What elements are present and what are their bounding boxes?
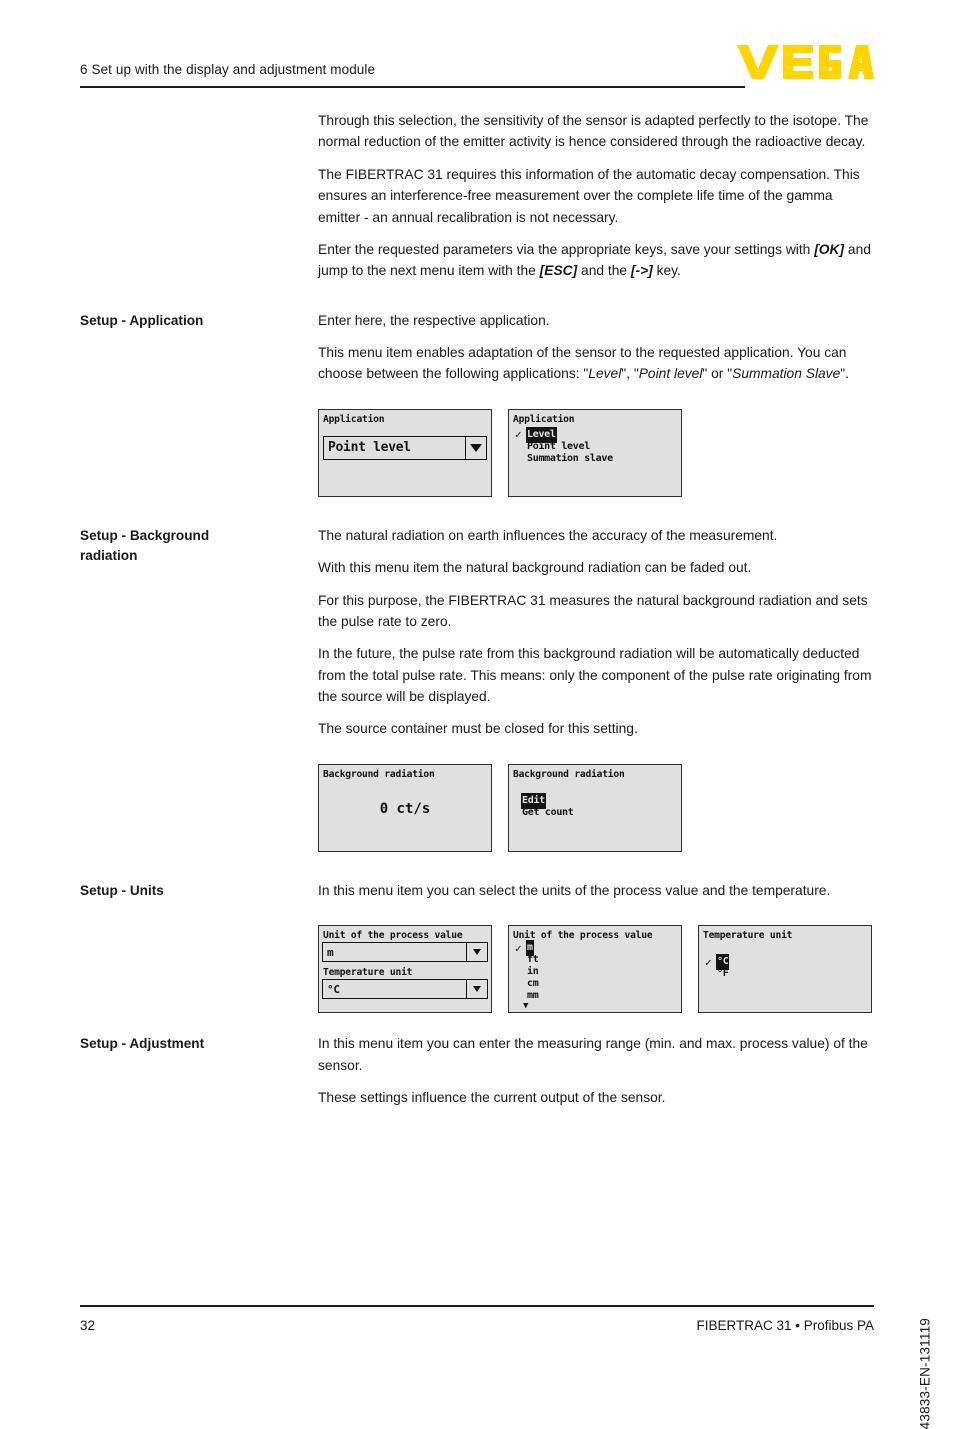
lcd-title: Background radiation bbox=[513, 768, 625, 780]
app-option-point-level: Point level bbox=[638, 366, 703, 382]
list-item[interactable]: Get count bbox=[521, 807, 574, 819]
page-number: 32 bbox=[80, 1318, 96, 1333]
header-divider bbox=[80, 86, 745, 88]
chapter-title: 6 Set up with the display and adjustment… bbox=[80, 62, 376, 77]
list-item[interactable]: °F bbox=[705, 968, 729, 980]
lcd-background-radiation-value: Background radiation 0 ct/s bbox=[318, 763, 492, 852]
lcd-title: Background radiation bbox=[323, 768, 435, 780]
bg-paragraph-3: For this purpose, the FIBERTRAC 31 measu… bbox=[318, 592, 868, 629]
lcd-title: Temperature unit bbox=[703, 930, 793, 942]
key-esc: [ESC] bbox=[539, 263, 578, 279]
section-background-radiation-label: Setup - Background radiation bbox=[80, 525, 318, 567]
app-option-summation-slave: Summation Slave bbox=[732, 366, 841, 382]
application-lcd-screenshots: Application Point level Application ✓ Le… bbox=[318, 408, 874, 497]
app-p2-part-4: ". bbox=[840, 366, 849, 382]
section-adjustment: Setup - Adjustment In this menu item you… bbox=[80, 1033, 874, 1108]
key-ok: [OK] bbox=[814, 241, 845, 257]
adjustment-paragraph-2: These settings influence the current out… bbox=[318, 1089, 666, 1105]
list-item-label: Summation slave bbox=[527, 453, 613, 464]
intro-label-spacer bbox=[80, 110, 318, 111]
document-code-sidebar: 43833-EN-131119 bbox=[917, 1318, 932, 1429]
chevron-down-icon[interactable] bbox=[466, 943, 487, 962]
chevron-down-icon[interactable] bbox=[465, 436, 486, 459]
section-adjustment-body: In this menu item you can enter the meas… bbox=[318, 1033, 874, 1108]
intro-block: Through this selection, the sensitivity … bbox=[80, 110, 874, 282]
section-background-radiation-body: The natural radiation on earth influence… bbox=[318, 525, 874, 852]
background-radiation-value: 0 ct/s bbox=[379, 800, 431, 817]
bg-paragraph-4: In the future, the pulse rate from this … bbox=[318, 646, 872, 704]
list-item-label: Get count bbox=[522, 807, 574, 818]
app-p2-part-3: " or " bbox=[702, 366, 733, 382]
keys-part-1: Enter the requested parameters via the a… bbox=[318, 241, 815, 257]
scroll-down-icon[interactable]: ▼ bbox=[523, 1002, 528, 1011]
section-background-radiation-label-line2: radiation bbox=[80, 548, 138, 564]
vega-logo bbox=[737, 45, 874, 79]
lcd-temperature-unit-list: Temperature unit ✓ °C °F bbox=[698, 925, 872, 1014]
key-arrow: [->] bbox=[630, 263, 653, 279]
lcd-title: Application bbox=[513, 413, 575, 425]
keys-part-3: and the bbox=[577, 263, 631, 279]
check-icon: ✓ bbox=[515, 941, 522, 955]
lcd-background-radiation-menu: Background radiation Edit Get count bbox=[508, 763, 682, 852]
application-dropdown-value: Point level bbox=[328, 439, 411, 455]
temperature-unit-option-list: ✓ °C °F bbox=[705, 954, 730, 980]
footer-document-title: FIBERTRAC 31 • Profibus PA bbox=[696, 1318, 874, 1333]
background-radiation-option-list: Edit Get count bbox=[521, 793, 574, 819]
page-content: Through this selection, the sensitivity … bbox=[80, 110, 874, 1108]
section-units: Setup - Units In this menu item you can … bbox=[80, 880, 874, 1014]
section-adjustment-label: Setup - Adjustment bbox=[80, 1036, 205, 1052]
lcd-application-closed: Application Point level bbox=[318, 408, 492, 497]
list-item-label: °F bbox=[717, 968, 729, 980]
temperature-unit-dropdown[interactable]: °C bbox=[322, 979, 488, 1000]
page-header: 6 Set up with the display and adjustment… bbox=[80, 45, 874, 102]
footer-divider bbox=[80, 1305, 874, 1307]
bg-paragraph-5: The source container must be closed for … bbox=[318, 721, 638, 737]
application-option-list: ✓ Level Point level Summation slave bbox=[515, 427, 613, 465]
section-background-radiation: Setup - Background radiation The natural… bbox=[80, 525, 874, 852]
app-p2-part-2: ", " bbox=[621, 366, 639, 382]
background-radiation-lcd-screenshots: Background radiation 0 ct/s Background r… bbox=[318, 763, 874, 852]
check-icon: ✓ bbox=[515, 428, 522, 442]
process-value-unit-option-list: ✓ m ft in cm mm bbox=[515, 940, 539, 1002]
intro-keys-paragraph: Enter the requested parameters via the a… bbox=[318, 239, 874, 282]
list-item[interactable]: Summation slave bbox=[515, 453, 613, 465]
application-dropdown[interactable]: Point level bbox=[323, 435, 487, 460]
units-paragraph-1: In this menu item you can select the uni… bbox=[318, 882, 831, 898]
section-application-label: Setup - Application bbox=[80, 312, 204, 328]
lcd-application-list: Application ✓ Level Point level Summatio… bbox=[508, 408, 682, 497]
intro-paragraph-1: Through this selection, the sensitivity … bbox=[318, 113, 869, 150]
chevron-down-icon[interactable] bbox=[466, 980, 487, 999]
section-units-body: In this menu item you can select the uni… bbox=[318, 880, 874, 1014]
process-value-unit-dropdown[interactable]: m bbox=[322, 942, 488, 963]
bg-paragraph-1: The natural radiation on earth influence… bbox=[318, 527, 778, 543]
adjustment-paragraph-1: In this menu item you can enter the meas… bbox=[318, 1036, 868, 1073]
temperature-unit-value: °C bbox=[327, 982, 340, 996]
application-paragraph-1: Enter here, the respective application. bbox=[318, 312, 550, 328]
intro-paragraph-2: The FIBERTRAC 31 requires this informati… bbox=[318, 166, 860, 225]
section-units-label: Setup - Units bbox=[80, 882, 164, 898]
units-lcd-screenshots: Unit of the process value m Temperature … bbox=[318, 925, 874, 1014]
bg-paragraph-2: With this menu item the natural backgrou… bbox=[318, 560, 752, 576]
keys-part-4: key. bbox=[652, 263, 681, 279]
lcd-units-fields: Unit of the process value m Temperature … bbox=[318, 925, 492, 1014]
section-application-body: Enter here, the respective application. … bbox=[318, 310, 874, 497]
lcd-title: Application bbox=[323, 413, 385, 425]
lcd-process-value-unit-list: Unit of the process value ✓ m ft in cm m… bbox=[508, 925, 682, 1014]
app-option-level: Level bbox=[588, 366, 622, 382]
process-value-unit-value: m bbox=[327, 945, 334, 959]
intro-body: Through this selection, the sensitivity … bbox=[318, 110, 874, 282]
check-icon: ✓ bbox=[705, 955, 712, 969]
application-paragraph-2: This menu item enables adaptation of the… bbox=[318, 342, 874, 385]
section-background-radiation-label-line1: Setup - Background bbox=[80, 527, 210, 543]
section-application: Setup - Application Enter here, the resp… bbox=[80, 310, 874, 497]
